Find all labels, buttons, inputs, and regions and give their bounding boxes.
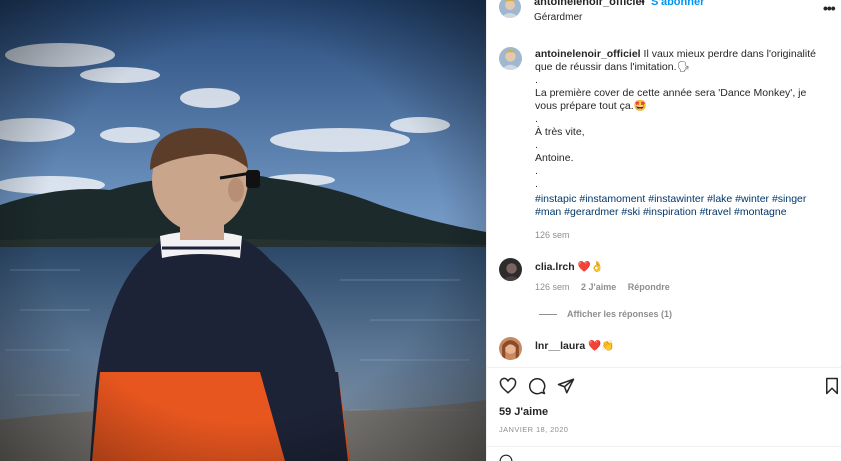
author-avatar[interactable] xyxy=(499,0,521,18)
add-comment-bar[interactable] xyxy=(487,446,841,461)
caption-hashtags[interactable]: #instapic #instamoment #instawinter #lak… xyxy=(535,193,830,219)
comment-icon[interactable] xyxy=(528,377,546,395)
emoji-icon[interactable] xyxy=(499,454,513,461)
comment-text: ❤️👌 xyxy=(577,261,604,273)
comment-username: lnr__laura ❤️👏 xyxy=(535,339,614,352)
post-header: antoinelenoir_officiel • S'abonner Gérar… xyxy=(487,0,841,32)
post-date: JANVIER 18, 2020 xyxy=(499,425,569,434)
caption-dot: . xyxy=(535,113,538,125)
post-detail-panel: antoinelenoir_officiel • S'abonner Gérar… xyxy=(486,0,841,461)
comment-username-text[interactable]: clia.lrch xyxy=(535,261,575,273)
header-separator: • xyxy=(641,0,645,8)
comment-username-text[interactable]: lnr__laura xyxy=(535,340,585,352)
post-photo[interactable] xyxy=(0,0,486,461)
comment-username: clia.lrch ❤️👌 xyxy=(535,260,604,273)
view-replies-label: Afficher les réponses (1) xyxy=(567,309,673,319)
comment-meta: 126 sem 2 J'aime Répondre xyxy=(535,282,679,292)
heart-icon[interactable] xyxy=(499,377,517,395)
caption-dot: . xyxy=(535,139,538,151)
post-location[interactable]: Gérardmer xyxy=(534,12,582,23)
paper-plane-icon[interactable] xyxy=(557,377,575,395)
reply-button[interactable]: Répondre xyxy=(628,282,670,292)
view-replies-button[interactable]: Afficher les réponses (1) xyxy=(539,309,672,319)
caption-dot: . xyxy=(535,74,538,86)
caption-line-3: À très vite, xyxy=(535,126,585,138)
comment-text: ❤️👏 xyxy=(588,340,615,352)
caption-username[interactable]: antoinelenoir_officiel xyxy=(535,48,641,60)
more-horizontal-icon[interactable]: ••• xyxy=(823,1,836,15)
caption-dot: . xyxy=(535,178,538,190)
caption-timestamp[interactable]: 126 sem xyxy=(535,230,570,240)
bookmark-icon[interactable] xyxy=(823,377,841,395)
caption-text: antoinelenoir_officiel Il vaux mieux per… xyxy=(535,48,830,191)
follow-button[interactable]: S'abonner xyxy=(651,0,704,8)
commenter-avatar[interactable] xyxy=(499,337,522,360)
comment-item: lnr__laura ❤️👏 xyxy=(499,337,834,367)
comment-time[interactable]: 126 sem xyxy=(535,282,570,292)
caption-line-2: La première cover de cette année sera 'D… xyxy=(535,87,807,112)
commenter-avatar[interactable] xyxy=(499,258,522,281)
replies-divider xyxy=(539,314,557,316)
post-actions-bar xyxy=(487,367,841,399)
likes-count[interactable]: 59 J'aime xyxy=(499,406,548,418)
comment-likes[interactable]: 2 J'aime xyxy=(581,282,616,292)
caption-dot: . xyxy=(535,165,538,177)
caption-line-4: Antoine. xyxy=(535,152,574,164)
caption-author-avatar[interactable] xyxy=(499,47,522,70)
author-username[interactable]: antoinelenoir_officiel xyxy=(534,0,645,8)
comment-item: clia.lrch ❤️👌 126 sem 2 J'aime Répondre xyxy=(499,258,834,292)
